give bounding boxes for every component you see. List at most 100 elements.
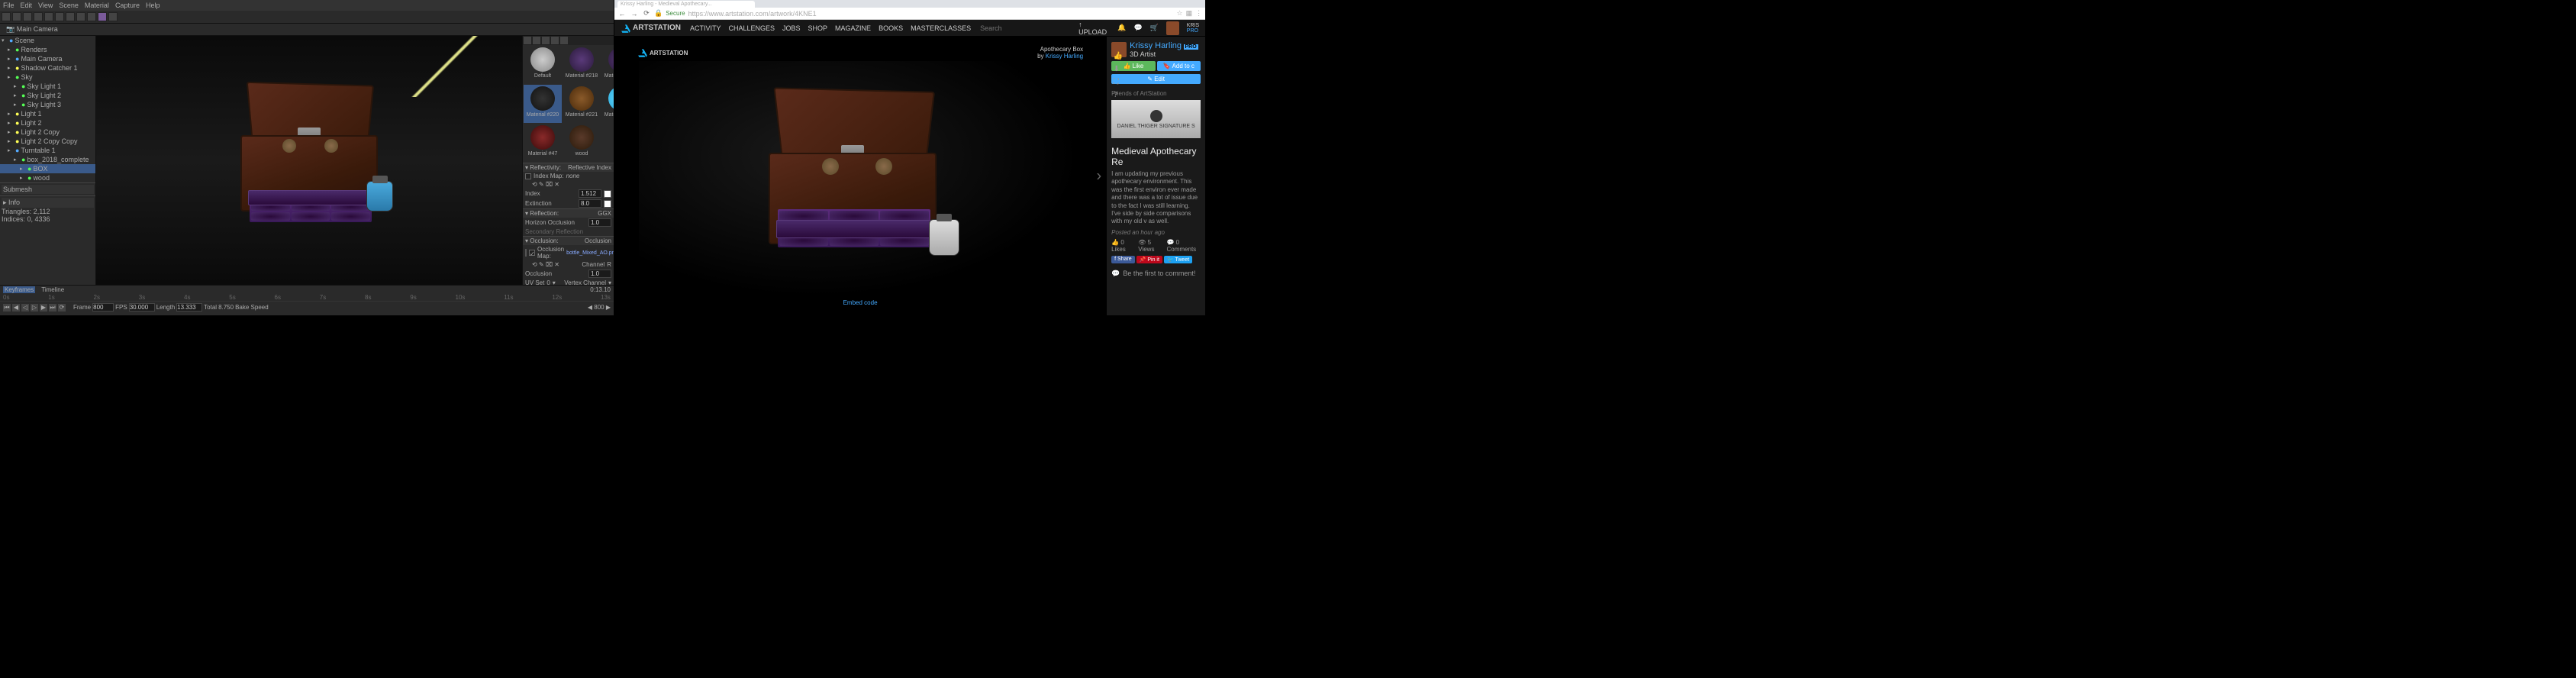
material-ball[interactable]: Material #47 (524, 124, 562, 162)
next-arrow-icon[interactable]: › (1096, 167, 1101, 185)
menu-capture[interactable]: Capture (115, 2, 140, 9)
play-prev-icon[interactable]: ◀ (12, 304, 20, 312)
outliner-row[interactable]: ▸● Light 2 Copy Copy (0, 137, 95, 146)
material-ball[interactable]: Default (524, 46, 562, 84)
menu-view[interactable]: View (38, 2, 53, 9)
search-input[interactable] (980, 24, 1069, 32)
share-twitter-button[interactable]: 🐦 Tweet (1164, 256, 1192, 263)
index-input[interactable] (579, 189, 601, 198)
artwork-image[interactable] (639, 61, 1082, 298)
tool-icon[interactable] (34, 12, 43, 21)
menu-edit[interactable]: Edit (21, 2, 33, 9)
material-ball[interactable]: Material #219 (601, 46, 614, 84)
star-icon[interactable]: ☆ (1177, 9, 1183, 18)
outliner-row[interactable]: ▸● Sky Light 3 (0, 100, 95, 109)
length-input[interactable] (176, 303, 202, 312)
nav-masterclasses[interactable]: MASTERCLASSES (911, 24, 971, 32)
menu-icon[interactable]: ⋮ (1195, 9, 1202, 18)
info-header[interactable]: ▸ Info (2, 198, 94, 208)
tool-icon[interactable] (23, 12, 32, 21)
reload-icon[interactable]: ⟳ (642, 9, 651, 18)
outliner-row[interactable]: ▸● wood (0, 173, 95, 182)
play-next-icon[interactable]: ▶ (40, 304, 47, 312)
tool-icon[interactable] (98, 12, 107, 21)
occlusion-header[interactable]: ▾ Occlusion:Occlusion (523, 237, 614, 245)
comment-prompt[interactable]: 💬 Be the first to comment! (1111, 270, 1201, 278)
material-ball[interactable]: Material #222 (601, 85, 614, 123)
messages-icon[interactable]: 💬 (1134, 24, 1143, 32)
reflectivity-header[interactable]: ▾ Reflectivity:Reflective Index (523, 163, 614, 172)
tool-icon[interactable] (55, 12, 64, 21)
tool-icon[interactable] (2, 12, 11, 21)
menu-material[interactable]: Material (85, 2, 109, 9)
artwork-author-link[interactable]: Krissy Harling (1046, 53, 1083, 60)
back-icon[interactable]: ← (617, 10, 627, 18)
tool-icon[interactable] (108, 12, 118, 21)
share-facebook-button[interactable]: f Share (1111, 256, 1135, 263)
play-last-icon[interactable]: ⏭ (49, 304, 56, 312)
artist-name-link[interactable]: Krissy Harling (1130, 41, 1182, 50)
mat-tool-icon[interactable] (524, 37, 531, 44)
artstation-logo[interactable]: ARTSTATION (621, 23, 681, 34)
menu-scene[interactable]: Scene (59, 2, 79, 9)
outliner-row[interactable]: ▸● BOX (0, 164, 95, 173)
nav-shop[interactable]: SHOP (808, 24, 828, 32)
outliner-row[interactable]: ▸● Sky (0, 73, 95, 82)
notifications-icon[interactable]: 🔔 (1117, 24, 1126, 32)
browser-tab[interactable]: Krissy Harling - Medieval Apothecary... (617, 1, 755, 8)
outliner-row[interactable]: ▸● Turntable 1 (0, 146, 95, 155)
occmap-check[interactable]: ✓ (529, 250, 535, 256)
mat-tool-icon[interactable] (533, 37, 540, 44)
cart-icon[interactable]: 🛒 (1150, 24, 1159, 32)
menu-help[interactable]: Help (146, 2, 160, 9)
mat-tool-icon[interactable] (551, 37, 559, 44)
download-icon[interactable]: ⬇ (1114, 65, 1123, 73)
loop-icon[interactable]: ⟳ (58, 304, 66, 312)
friend-ad[interactable]: DANIEL THIGER SIGNATURE S (1111, 100, 1201, 138)
nav-challenges[interactable]: CHALLENGES (728, 24, 775, 32)
submesh-header[interactable]: Submesh (2, 185, 94, 194)
outliner-row[interactable]: ▸● Light 2 (0, 118, 95, 128)
occlusion-input[interactable] (588, 270, 611, 278)
timeline-tab-timeline[interactable]: Timeline (41, 286, 64, 293)
outliner-row[interactable]: ▾● Scene (0, 36, 95, 45)
reflection-header[interactable]: ▾ Reflection:GGX (523, 209, 614, 218)
outliner-row[interactable]: ▸● Sky Light 2 (0, 91, 95, 100)
tool-icon[interactable] (12, 12, 21, 21)
viewport[interactable] (96, 36, 522, 285)
like-icon[interactable]: 👍 (1114, 52, 1123, 60)
outliner-row[interactable]: ▸● Shadow Catcher 1 (0, 63, 95, 73)
user-avatar[interactable] (1166, 21, 1179, 35)
mat-tool-icon[interactable] (542, 37, 550, 44)
tool-icon[interactable] (87, 12, 96, 21)
indexmap-check[interactable] (525, 173, 531, 179)
help-icon[interactable]: ? (1114, 91, 1123, 99)
material-ball[interactable]: wood (563, 124, 601, 162)
outliner-row[interactable]: ▸● Sky Light 1 (0, 82, 95, 91)
frame-input[interactable] (92, 303, 114, 312)
outliner-row[interactable]: ▸● Renders (0, 45, 95, 54)
mat-tool-icon[interactable] (560, 37, 568, 44)
nav-activity[interactable]: ACTIVITY (690, 24, 721, 32)
fullscreen-icon[interactable]: ⛶ (1114, 78, 1123, 86)
nav-books[interactable]: BOOKS (879, 24, 903, 32)
nav-jobs[interactable]: JOBS (782, 24, 801, 32)
play-play-icon[interactable]: ▷ (31, 304, 38, 312)
upload-button[interactable]: ↑ UPLOAD (1078, 21, 1110, 36)
forward-icon[interactable]: → (630, 10, 639, 18)
extension-icon[interactable]: ▦ (1186, 9, 1193, 18)
extinction-input[interactable] (579, 199, 601, 208)
material-ball[interactable]: Material #221 (563, 85, 601, 123)
horizon-input[interactable] (588, 218, 611, 227)
tool-icon[interactable] (44, 12, 53, 21)
edit-button[interactable]: ✎ Edit (1111, 74, 1201, 84)
add-button[interactable]: 🔖 Add to c (1157, 61, 1201, 71)
tool-icon[interactable] (76, 12, 85, 21)
outliner-row[interactable]: ▸● box_2018_complete (0, 155, 95, 164)
url-text[interactable]: https://www.artstation.com/artwork/4KNE1 (688, 10, 817, 18)
play-first-icon[interactable]: ⏮ (3, 304, 11, 312)
material-ball[interactable]: Material #218 (563, 46, 601, 84)
share-pinterest-button[interactable]: 📌 Pin it (1136, 256, 1162, 263)
embed-code-link[interactable]: Embed code (842, 298, 879, 308)
nav-magazine[interactable]: MAGAZINE (835, 24, 871, 32)
